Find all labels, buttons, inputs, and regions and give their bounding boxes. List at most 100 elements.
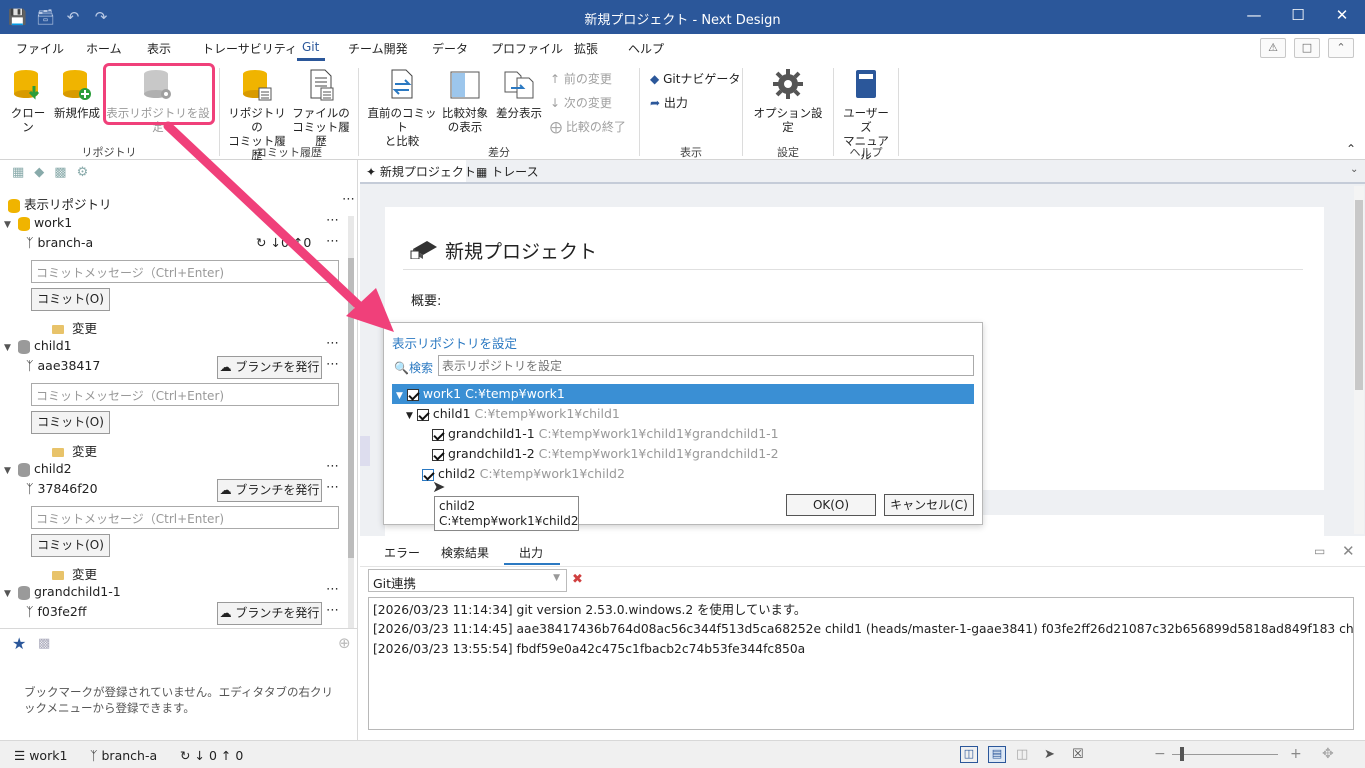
status-branch[interactable]: ᛉ branch-a [90,748,157,763]
more-icon[interactable]: ⋯ [326,582,340,597]
collapse-up-icon[interactable]: ⌃ [1328,38,1354,58]
tree-row-child2[interactable]: child2 C:¥temp¥work1¥child2 [422,466,625,481]
changes-node[interactable]: 変更 [52,318,97,337]
new-repo-button[interactable]: 新規作成 [52,68,102,120]
publish-branch-button[interactable]: ☁ ブランチを発行 [217,602,322,625]
next-change-button[interactable]: ↓ 次の変更 [550,94,612,111]
commit-button[interactable]: コミット(O) [31,411,110,434]
layout-split-icon[interactable]: ◫ [1016,747,1028,762]
expand-icon[interactable]: ▼ [4,220,14,230]
repo-search-input[interactable] [438,355,974,376]
menu-extension[interactable]: 拡張 [574,40,598,57]
status-sync[interactable]: ↻ ↓ 0 ↑ 0 [180,748,243,763]
bookmark-folder-icon[interactable]: ▩ [38,636,50,651]
tree-row-child1[interactable]: ▼ child1 C:¥temp¥work1¥child1 [406,406,620,421]
commit-button[interactable]: コミット(O) [31,288,110,311]
output-button[interactable]: ➦ 出力 [650,94,688,111]
repo-child2[interactable]: ▼ child2 [4,461,72,477]
prev-change-button[interactable]: ↑ 前の変更 [550,70,612,87]
collapse-ribbon-icon[interactable]: ⌃ [1346,142,1356,156]
menu-file[interactable]: ファイル [16,40,64,57]
zoom-slider[interactable] [1172,754,1278,755]
commit-message-input[interactable]: コミットメッセージ（Ctrl+Enter) [31,506,339,529]
more-icon[interactable]: ⋯ [342,192,356,207]
more-icon[interactable]: ⋯ [326,213,340,228]
tab-new-project[interactable]: ✦ 新規プロジェクト [360,160,476,182]
checkbox[interactable] [406,388,419,401]
diff-show-button[interactable]: 差分表示 [492,68,546,120]
option-settings-button[interactable]: オプション設定 [750,68,826,134]
compare-prev-commit-button[interactable]: 直前のコミット と比較 [366,68,438,148]
pin-icon[interactable]: ➤ [1044,747,1055,762]
minimize-button[interactable]: — [1240,6,1268,28]
splitter-handle[interactable] [360,436,370,466]
checkbox[interactable] [432,448,444,461]
zoom-in-icon[interactable]: + [1290,746,1302,762]
fit-screen-icon[interactable]: ✥ [1322,746,1334,762]
menu-git[interactable]: Git [302,40,319,54]
git-navigator-button[interactable]: ◆ Gitナビゲータ [650,70,740,87]
clear-output-icon[interactable]: ✖ [572,572,583,587]
changes-node[interactable]: 変更 [52,441,97,460]
tree-row-grandchild1-2[interactable]: grandchild1-2 C:¥temp¥work1¥child1¥grand… [432,446,779,461]
menu-home[interactable]: ホーム [86,40,122,57]
commit-message-input[interactable]: コミットメッセージ（Ctrl+Enter) [31,260,339,283]
add-icon[interactable]: ⊕ [338,634,351,652]
repo-grandchild1-1[interactable]: ▼ grandchild1-1 [4,584,121,600]
publish-branch-button[interactable]: ☁ ブランチを発行 [217,479,322,502]
tab-search-results[interactable]: 検索結果 [441,544,489,561]
menu-profile[interactable]: プロファイル [491,40,563,57]
more-icon[interactable]: ⋯ [326,459,340,474]
zoom-out-icon[interactable]: − [1154,746,1166,762]
ok-button[interactable]: OK(O) [786,494,876,516]
commit-button[interactable]: コミット(O) [31,534,110,557]
clone-button[interactable]: クローン [8,68,48,134]
expand-icon[interactable]: ▼ [4,466,14,476]
warning-icon[interactable]: ⚠ [1260,38,1286,58]
layout-left-icon[interactable]: ◫ [960,746,978,763]
zoom-slider-thumb[interactable] [1180,747,1184,761]
sync-status[interactable]: ↻ ↓0 ↑0 [256,235,311,250]
more-icon[interactable]: ⋯ [326,336,340,351]
expand-icon[interactable]: ▼ [4,343,14,353]
menu-team[interactable]: チーム開発 [348,40,408,57]
expand-icon[interactable]: ▼ [406,411,413,421]
layout-bottom-icon[interactable]: ▤ [988,746,1006,763]
repo-child1[interactable]: ▼ child1 [4,338,72,354]
more-icon[interactable]: ⋯ [326,234,340,249]
tab-dropdown-icon[interactable]: ⌄ [1350,164,1358,175]
repo-work1[interactable]: ▼ work1 [4,215,72,231]
changes-node[interactable]: 変更 [52,564,97,583]
tab-output[interactable]: 出力 [519,544,543,561]
expand-icon[interactable]: ▼ [396,391,403,401]
output-source-select[interactable]: Git連携 ▼ [368,569,567,592]
more-icon[interactable]: ⋯ [326,603,340,618]
close-icon[interactable]: ✕ [1342,542,1355,560]
star-icon[interactable]: ★ [12,634,26,653]
close-button[interactable]: ✕ [1328,6,1356,28]
no-layout-icon[interactable]: ☒ [1072,747,1084,762]
pane-toolbar-icons[interactable]: ▦◆▩⚙ [12,165,98,180]
commit-message-input[interactable]: コミットメッセージ（Ctrl+Enter) [31,383,339,406]
tree-row-grandchild1-1[interactable]: grandchild1-1 C:¥temp¥work1¥child1¥grand… [432,426,779,441]
menu-traceability[interactable]: トレーサビリティ [202,40,297,57]
publish-branch-button[interactable]: ☁ ブランチを発行 [217,356,322,379]
editor-scrollbar-thumb[interactable] [1355,200,1363,390]
menu-view[interactable]: 表示 [147,40,171,57]
end-compare-button[interactable]: ⨁ 比較の終了 [550,118,626,135]
cancel-button[interactable]: キャンセル(C) [884,494,974,516]
status-repo[interactable]: ☰ work1 [14,748,67,763]
checkbox[interactable] [416,408,429,421]
tab-trace[interactable]: ▦ トレース [472,160,543,182]
file-commit-history-button[interactable]: ファイルの コミット履歴 [290,68,352,148]
comment-icon[interactable]: □ [1294,38,1320,58]
tree-row-work1[interactable]: ▼ work1 C:¥temp¥work1 [396,386,565,401]
show-compare-target-button[interactable]: 比較対象 の表示 [440,68,490,134]
restore-icon[interactable]: ▭ [1314,544,1325,558]
tab-errors[interactable]: エラー [384,544,420,561]
menu-help[interactable]: ヘルプ [628,40,664,57]
more-icon[interactable]: ⋯ [326,357,340,372]
expand-icon[interactable]: ▼ [4,589,14,599]
menu-data[interactable]: データ [432,40,468,57]
maximize-button[interactable]: ☐ [1284,6,1312,28]
